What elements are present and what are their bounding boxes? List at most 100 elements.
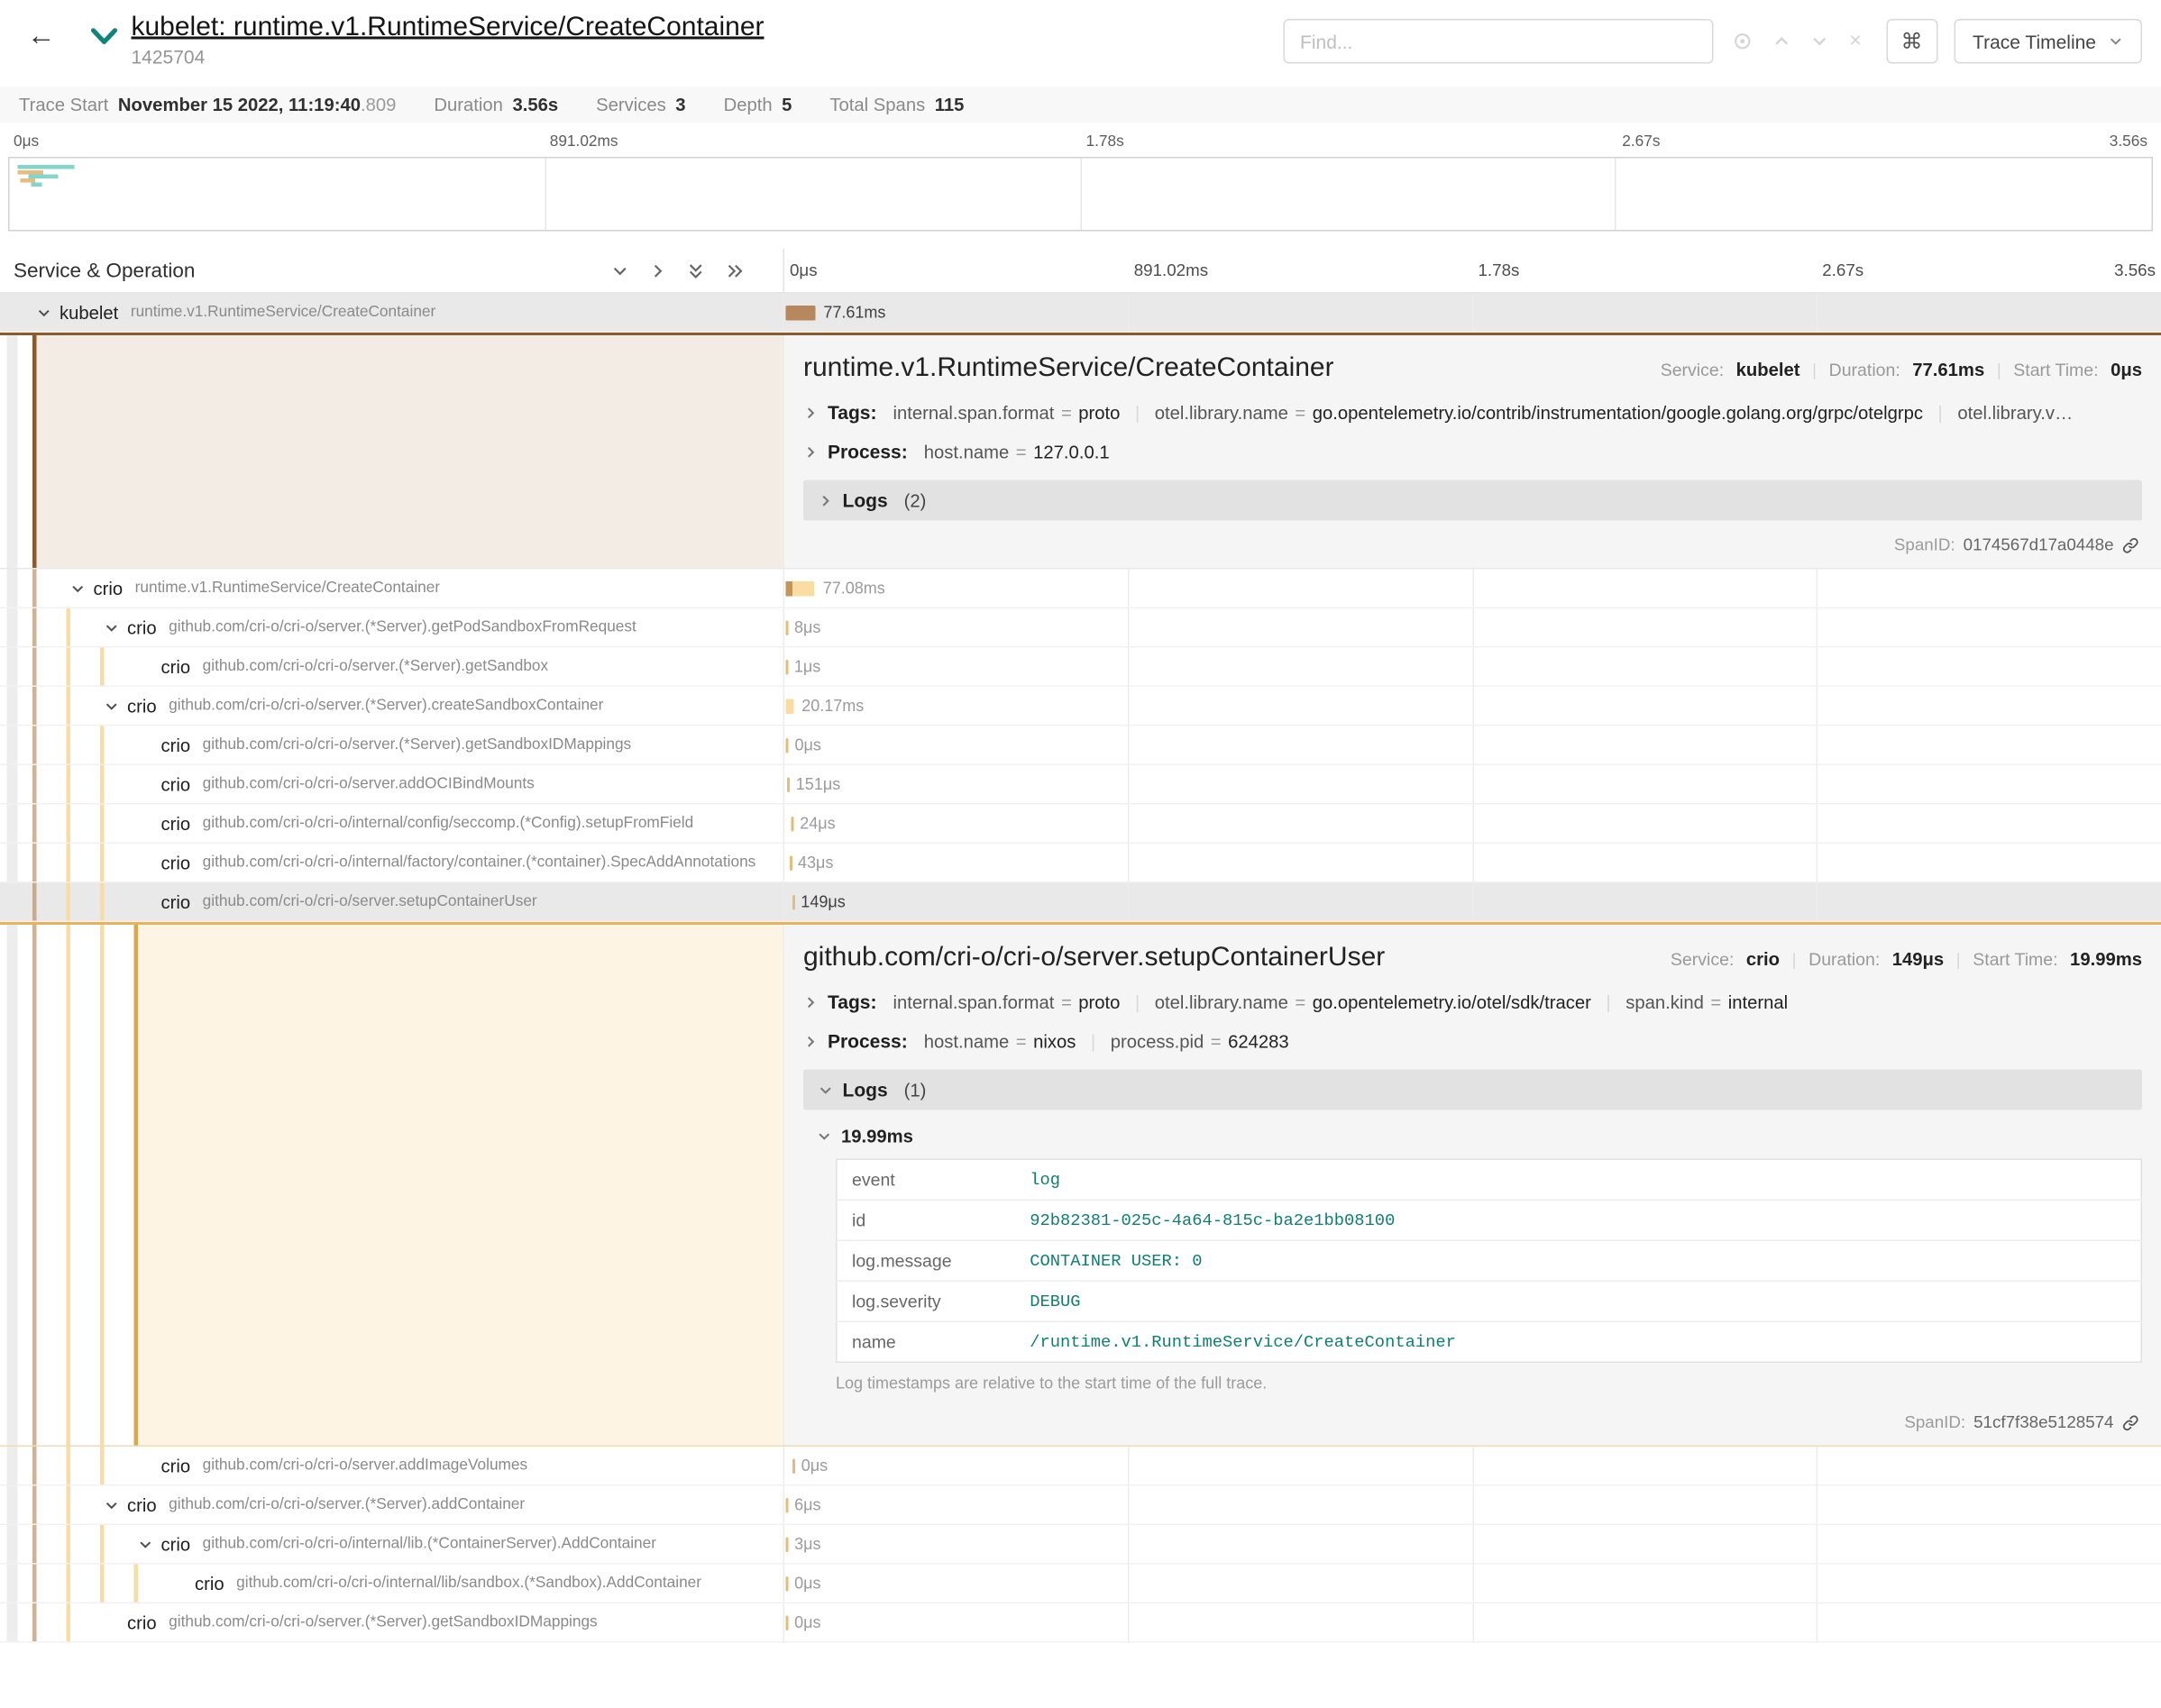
process-accordion[interactable]: Process: host.name=nixos|process.pid=624… [803, 1030, 2142, 1052]
span-collapse-icon[interactable] [100, 687, 124, 725]
span-overview: Service: crio | Duration: 149μs | Start … [1671, 949, 2142, 970]
trace-title-link[interactable]: kubelet: runtime.v1.RuntimeService/Creat… [132, 11, 765, 45]
service-name: crio [127, 617, 157, 638]
trace-meta-item: Duration3.56s [434, 95, 558, 115]
indent-guide [100, 1447, 134, 1484]
trace-collapse-chevron-icon[interactable] [91, 27, 118, 53]
operation-name: github.com/cri-o/cri-o/server.setupConta… [203, 894, 537, 910]
span-row[interactable]: criogithub.com/cri-o/cri-o/internal/fact… [0, 844, 2161, 883]
span-bar[interactable] [789, 856, 792, 872]
indent-guide [32, 570, 67, 607]
indent-guide [32, 1603, 67, 1641]
operation-name: github.com/cri-o/cri-o/server.(*Server).… [169, 698, 603, 714]
detail-tree-offset [0, 335, 784, 568]
span-row[interactable]: criogithub.com/cri-o/cri-o/server.(*Serv… [0, 687, 2161, 726]
span-duration-label: 0μs [801, 1447, 828, 1484]
span-row[interactable]: criogithub.com/cri-o/cri-o/server.addIma… [0, 1447, 2161, 1486]
start-time-label: Start Time: [2013, 360, 2098, 380]
tag-item: process.pid=624283 [1111, 1031, 1289, 1052]
trace-meta-item: Total Spans115 [829, 95, 964, 115]
span-collapse-icon[interactable] [32, 294, 56, 332]
service-name: crio [195, 1573, 224, 1594]
span-row[interactable]: criogithub.com/cri-o/cri-o/server.setupC… [0, 883, 2161, 923]
span-collapse-icon[interactable] [134, 1525, 158, 1563]
start-time-value: 0μs [2111, 360, 2142, 380]
span-row[interactable]: criogithub.com/cri-o/cri-o/internal/lib/… [0, 1565, 2161, 1604]
span-bar[interactable] [785, 306, 816, 321]
clear-search-icon[interactable]: × [1849, 31, 1862, 52]
back-button[interactable]: ← [14, 14, 69, 59]
span-row[interactable]: kubeletruntime.v1.RuntimeService/CreateC… [0, 294, 2161, 333]
span-row[interactable]: criogithub.com/cri-o/cri-o/server.(*Serv… [0, 1486, 2161, 1526]
process-list: host.name=127.0.0.1 [924, 442, 1110, 462]
deep-link-icon[interactable] [2122, 1413, 2140, 1431]
tags-accordion[interactable]: Tags: internal.span.format=proto|otel.li… [803, 991, 2142, 1013]
span-bar[interactable] [786, 1538, 789, 1553]
prev-match-icon[interactable] [1773, 32, 1791, 50]
detail-indent-tint [32, 335, 783, 568]
span-id-value: 51cf7f38e5128574 [1973, 1413, 2113, 1432]
service-name: crio [161, 1534, 191, 1555]
span-row[interactable]: crioruntime.v1.RuntimeService/CreateCont… [0, 570, 2161, 609]
indent-guide [32, 1447, 67, 1484]
trace-view-selector[interactable]: Trace Timeline [1954, 19, 2142, 64]
keyboard-shortcuts-button[interactable]: ⌘ [1886, 19, 1937, 64]
indent-guide [100, 805, 134, 843]
title-block: kubelet: runtime.v1.RuntimeService/Creat… [132, 11, 765, 68]
span-bar[interactable] [792, 1459, 795, 1475]
span-row[interactable]: criogithub.com/cri-o/cri-o/server.addOCI… [0, 765, 2161, 805]
indent-guide [100, 1525, 134, 1563]
tag-item: otel.library.v… [1957, 402, 2073, 423]
service-name: crio [161, 735, 191, 755]
log-timestamp-toggle[interactable]: 19.99ms [817, 1127, 2142, 1147]
span-bar[interactable] [785, 621, 788, 636]
find-input[interactable] [1284, 19, 1714, 64]
operation-name: runtime.v1.RuntimeService/CreateContaine… [131, 305, 435, 321]
locate-icon[interactable] [1733, 32, 1754, 52]
span-detail-title: github.com/cri-o/cri-o/server.setupConta… [803, 943, 1385, 974]
tag-item: span.kind=internal [1625, 991, 1788, 1012]
indent-guide [67, 925, 101, 1446]
minimap-canvas[interactable] [8, 157, 2153, 232]
next-match-icon[interactable] [1811, 32, 1829, 50]
expand-one-icon[interactable] [649, 261, 667, 279]
expand-all-icon[interactable] [725, 261, 746, 279]
span-collapse-icon[interactable] [100, 608, 124, 646]
span-bar[interactable] [785, 660, 788, 675]
span-collapse-icon[interactable] [100, 1486, 124, 1524]
logs-accordion[interactable]: Logs (2) [803, 480, 2142, 521]
process-accordion[interactable]: Process: host.name=127.0.0.1 [803, 441, 2142, 462]
tick-label: 891.02ms [550, 134, 618, 151]
log-field-row: name/runtime.v1.RuntimeService/CreateCon… [837, 1321, 2142, 1362]
span-bar[interactable] [792, 895, 795, 910]
indent-guide [32, 883, 67, 921]
tags-list: internal.span.format=proto|otel.library.… [893, 991, 1788, 1012]
span-bar[interactable] [786, 699, 794, 715]
logs-accordion[interactable]: Logs (1) [803, 1070, 2142, 1110]
span-bar[interactable] [786, 738, 789, 754]
span-row[interactable]: criogithub.com/cri-o/cri-o/server.(*Serv… [0, 608, 2161, 648]
span-bar[interactable] [786, 1498, 789, 1513]
duration-label: Duration: [1829, 360, 1900, 380]
span-collapse-icon[interactable] [67, 570, 90, 607]
span-bar[interactable] [792, 817, 794, 832]
collapse-one-icon[interactable] [611, 261, 629, 279]
collapse-all-icon[interactable] [687, 260, 705, 281]
span-bar[interactable] [786, 1616, 789, 1631]
span-bar[interactable] [787, 778, 790, 793]
tags-accordion[interactable]: Tags: internal.span.format=proto|otel.li… [803, 402, 2142, 424]
log-field-key: log.severity [837, 1281, 1015, 1321]
span-row[interactable]: criogithub.com/cri-o/cri-o/internal/conf… [0, 805, 2161, 845]
span-bar[interactable] [786, 1576, 789, 1592]
indent-guide [100, 883, 134, 921]
indent-guide [32, 1486, 67, 1524]
deep-link-icon[interactable] [2122, 536, 2140, 554]
trace-meta-item: Depth5 [724, 95, 792, 115]
span-id-value: 0174567d17a0448e [1964, 535, 2114, 554]
span-bar[interactable] [785, 581, 815, 597]
span-row[interactable]: criogithub.com/cri-o/cri-o/internal/lib.… [0, 1525, 2161, 1565]
span-row[interactable]: criogithub.com/cri-o/cri-o/server.(*Serv… [0, 726, 2161, 766]
span-row[interactable]: criogithub.com/cri-o/cri-o/server.(*Serv… [0, 648, 2161, 688]
chevron-right-icon [803, 1034, 819, 1049]
span-row[interactable]: criogithub.com/cri-o/cri-o/server.(*Serv… [0, 1603, 2161, 1643]
